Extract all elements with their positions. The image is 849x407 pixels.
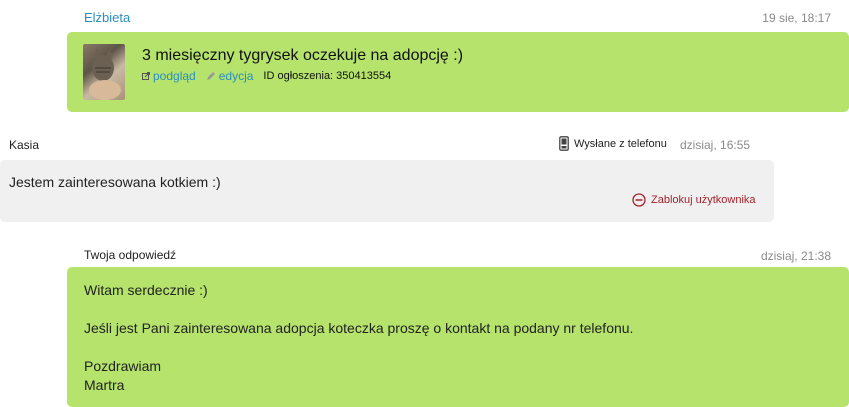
ad-thumbnail[interactable] xyxy=(83,44,125,100)
ad-id: ID ogłoszenia: 350413554 xyxy=(263,70,392,82)
reply-bubble: Witam serdecznie :) Jeśli jest Pani zain… xyxy=(67,267,849,407)
reply-header: Twoja odpowiedź xyxy=(84,248,177,262)
message-text: Jestem zainteresowana kotkiem :) xyxy=(9,174,221,190)
sent-from-phone: Wysłane z telefonu xyxy=(559,136,667,151)
sender-name[interactable]: Elżbieta xyxy=(84,10,130,25)
reply-text: Witam serdecznie :) Jeśli jest Pani zain… xyxy=(84,282,634,393)
block-user-link[interactable]: Zablokuj użytkownika xyxy=(632,193,756,207)
external-link-icon xyxy=(142,72,150,80)
ad-title[interactable]: 3 miesięczny tygrysek oczekuje na adopcj… xyxy=(142,47,463,65)
message-time: dzisiaj, 16:55 xyxy=(680,138,751,152)
message-time: 19 sie, 18:17 xyxy=(762,11,831,25)
block-user-label: Zablokuj użytkownika xyxy=(651,194,756,206)
sender-name: Kasia xyxy=(9,138,40,152)
block-icon xyxy=(632,193,646,207)
preview-link[interactable]: podgląd xyxy=(142,69,196,83)
mobile-phone-icon xyxy=(559,136,569,151)
message-time: dzisiaj, 21:38 xyxy=(760,249,831,263)
cat-photo-icon xyxy=(89,48,121,100)
pencil-icon xyxy=(206,72,215,80)
ad-message-bubble: 3 miesięczny tygrysek oczekuje na adopcj… xyxy=(67,32,849,112)
edit-link-label: edycja xyxy=(218,69,254,83)
preview-link-label: podgląd xyxy=(153,69,196,83)
sent-from-label: Wysłane z telefonu xyxy=(574,137,667,150)
message-bubble: Jestem zainteresowana kotkiem :) Zabloku… xyxy=(0,160,774,222)
edit-link[interactable]: edycja xyxy=(206,69,254,83)
